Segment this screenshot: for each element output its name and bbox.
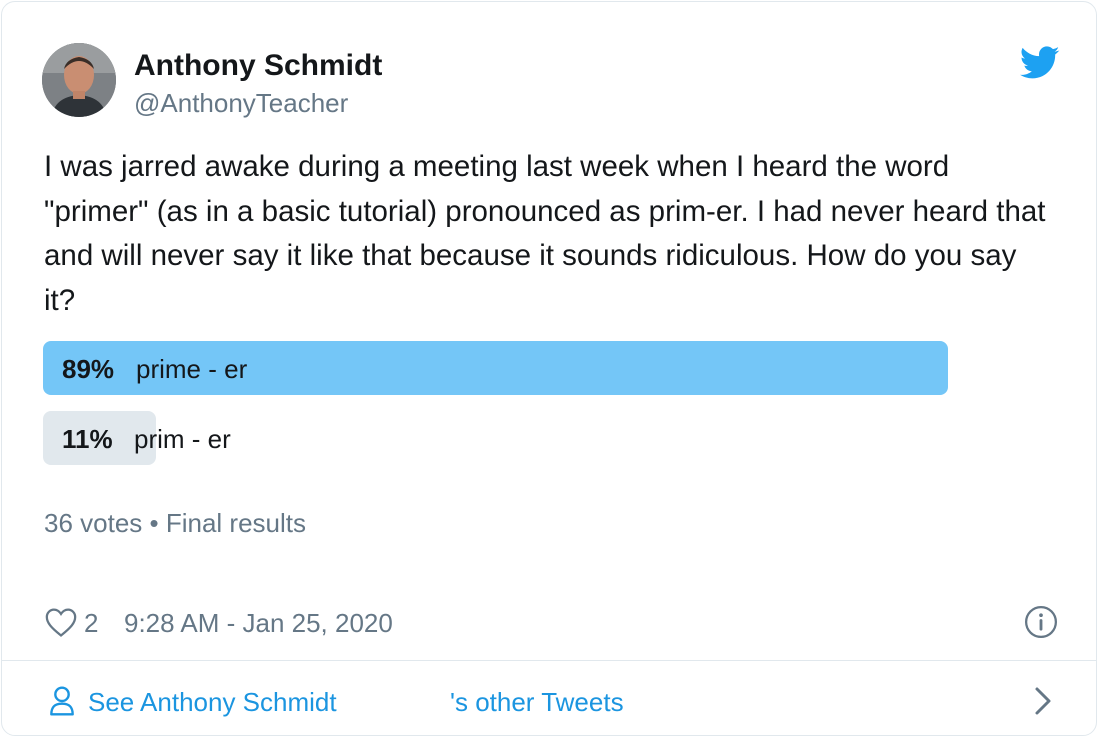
poll-meta: 36 votes • Final results [44, 508, 306, 538]
twitter-bird-icon[interactable] [1020, 46, 1060, 80]
see-other-tweets-link-name[interactable]: See Anthony Schmidt [88, 687, 337, 718]
poll-option-2-percent: 11% [62, 424, 113, 454]
avatar[interactable] [42, 43, 116, 117]
tweet-card: Anthony Schmidt @AnthonyTeacher I was ja… [1, 1, 1097, 736]
poll-option-2-label: prim - er [134, 424, 231, 454]
chevron-right-icon[interactable] [1033, 686, 1053, 716]
heart-icon[interactable] [44, 606, 78, 638]
person-icon[interactable] [48, 685, 76, 717]
tweet-text: I was jarred awake during a meeting last… [44, 150, 1046, 317]
like-count[interactable]: 2 [84, 608, 98, 639]
author-handle[interactable]: @AnthonyTeacher [134, 88, 348, 119]
poll-option-1-label: prime - er [136, 354, 248, 384]
info-icon[interactable] [1024, 605, 1058, 639]
author-name[interactable]: Anthony Schmidt [134, 49, 382, 83]
timestamp[interactable]: 9:28 AM - Jan 25, 2020 [124, 608, 393, 639]
see-other-tweets-link-suffix[interactable]: 's other Tweets [450, 687, 624, 718]
poll-option-1-percent: 89% [62, 354, 115, 384]
divider [2, 660, 1096, 661]
